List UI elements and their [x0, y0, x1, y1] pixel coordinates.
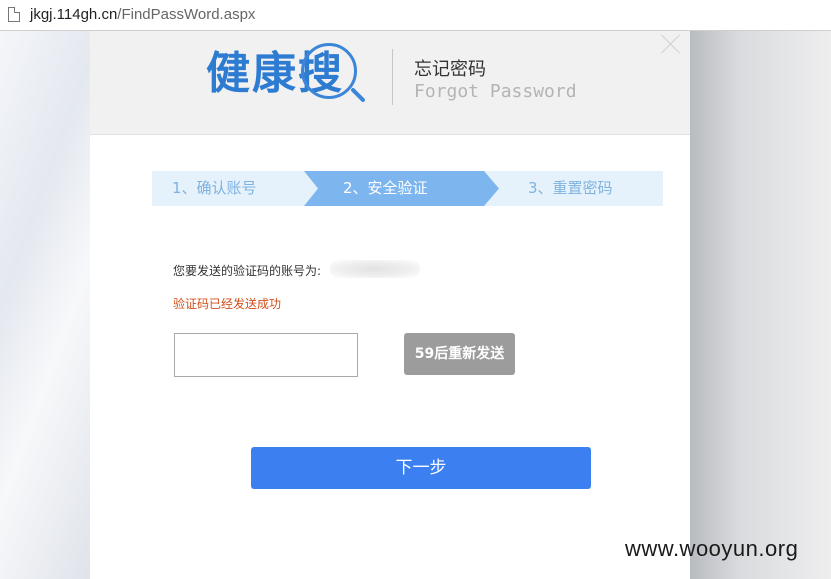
background-left: [0, 31, 90, 579]
close-icon[interactable]: [660, 33, 682, 55]
forgot-password-dialog: 健康搜 忘记密码 Forgot Password 1、确认账号 2、安全验证 3…: [90, 31, 690, 579]
step-reset-password: 3、重置密码: [528, 179, 613, 197]
account-label: 您要发送的验证码的账号为:: [173, 264, 322, 278]
step-security-verify: 2、安全验证: [343, 179, 428, 197]
next-step-button[interactable]: 下一步: [251, 447, 591, 489]
verification-code-input[interactable]: [174, 333, 358, 377]
step-confirm-account: 1、确认账号: [172, 179, 257, 197]
page-icon: [8, 7, 20, 22]
magnifier-icon: [301, 43, 357, 99]
code-sent-message: 验证码已经发送成功: [173, 297, 282, 311]
magnifier-handle: [350, 87, 366, 103]
header-divider: [392, 49, 393, 105]
watermark: www.wooyun.org: [625, 536, 799, 561]
url-host: jkgj.114gh.cn: [30, 6, 118, 23]
account-value-redacted: [330, 260, 420, 278]
dialog-subtitle: Forgot Password: [414, 81, 577, 102]
resend-code-button[interactable]: 59后重新发送: [404, 333, 515, 375]
dialog-header: 健康搜 忘记密码 Forgot Password: [90, 31, 690, 135]
url-path: /FindPassWord.aspx: [117, 6, 256, 23]
background-right: [690, 31, 831, 579]
url-text[interactable]: jkgj.114gh.cn/FindPassWord.aspx: [30, 6, 255, 23]
step-indicator: 1、确认账号 2、安全验证 3、重置密码: [152, 171, 663, 206]
dialog-title: 忘记密码: [414, 59, 486, 80]
address-bar[interactable]: jkgj.114gh.cn/FindPassWord.aspx: [0, 0, 831, 31]
